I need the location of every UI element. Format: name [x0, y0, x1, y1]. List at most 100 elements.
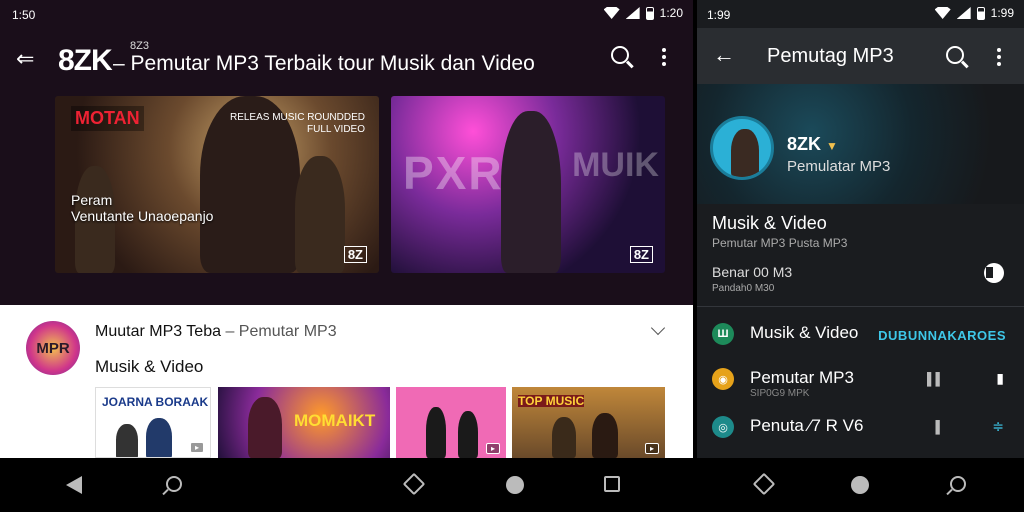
app-bar: ⇐ 8Z3 8ZK – Pemutar MP3 Terbaik tour Mus…: [0, 32, 693, 88]
status-icons: 1:20: [603, 6, 683, 20]
mini-title: MOMAIKT: [294, 411, 376, 430]
info-row-subtitle: Pandah0 M30: [712, 283, 775, 294]
person-figure: [592, 413, 618, 458]
thumb-tag-text: RELEAS MUSIC ROUNDDED FULL VIDEO: [229, 112, 365, 135]
app-title: Pemutag MP3: [767, 45, 894, 67]
search-button[interactable]: [946, 46, 964, 64]
home-circle-icon: [851, 476, 869, 494]
signal-icon: [625, 7, 640, 19]
channel-title: Muutar MP3 Teba – Pemutar MP3: [95, 323, 337, 341]
back-triangle-icon: [66, 476, 82, 494]
section-subtitle: Pemutar MP3 Pusta MP3: [712, 236, 848, 250]
home-nav-button[interactable]: [506, 476, 524, 494]
audio-toggle-icon[interactable]: [984, 263, 1004, 283]
profile-name-text: 8ZK: [787, 134, 822, 154]
search-nav-button[interactable]: [166, 476, 182, 492]
status-time: 1:99: [707, 8, 731, 22]
play-icon: ▸: [486, 443, 500, 454]
category-icon: Ш: [712, 323, 734, 345]
more-vert-icon: [661, 48, 667, 66]
video-thumbnail-2[interactable]: PXR MUIK 8Z: [391, 96, 665, 273]
video-thumbnail-1[interactable]: MOTAN RELEAS MUSIC ROUNDDED FULL VIDEO P…: [55, 96, 379, 273]
app-title: 8ZK: [58, 44, 113, 77]
list-item[interactable]: ◉ Pemutar MP3 SIP0G9 MPK ▌▌ ▮: [697, 360, 1024, 400]
navigation-bar: [0, 458, 1024, 512]
list-item-label: Penuta ⁄7 R V6: [750, 416, 864, 435]
channel-title-main: Muutar MP3 Teba: [95, 323, 221, 340]
thumb-brand-text: MOTAN: [71, 106, 144, 131]
performer-figure: [501, 111, 561, 273]
list-item[interactable]: Ш Musik & Video DUBUNNAKAROES: [697, 315, 1024, 355]
recents-nav-button[interactable]: [604, 476, 620, 492]
search-icon: [950, 476, 966, 492]
search-icon: [946, 46, 964, 64]
more-options-button[interactable]: [661, 48, 667, 66]
mini-title: JOARNA BORAAK: [102, 395, 209, 409]
profile-desc: Pemulatar MP3: [787, 158, 891, 175]
divider: [697, 306, 1024, 307]
watermark-logo: 8Z: [629, 246, 653, 263]
home-circle-icon: [506, 476, 524, 494]
channel-subtitle: Musik & Video: [95, 357, 204, 376]
app-small-label: 8Z3: [130, 40, 149, 52]
folder-icon[interactable]: ▮: [996, 370, 1004, 387]
profile-name: 8ZK ▼: [787, 134, 838, 155]
list-item-label: Pemutar MP3: [750, 368, 854, 387]
wifi-icon: [603, 7, 620, 19]
signal-icon: [956, 7, 971, 19]
profile-hero: 8ZK ▼ Pemulatar MP3: [697, 84, 1024, 204]
category-icon: ◉: [712, 368, 734, 390]
home-nav-button[interactable]: [851, 476, 869, 494]
mini-thumbnail-4[interactable]: TOP MUSIC ▸: [512, 387, 665, 458]
back-arrow-icon[interactable]: ←: [713, 42, 735, 68]
thumb-caption: Peram Venutante Unaoepanjo: [71, 192, 213, 224]
app-subtitle: – Pemutar MP3 Terbaik tour Musik dan Vid…: [113, 52, 535, 75]
status-time: 1:50: [12, 8, 36, 22]
pause-icon[interactable]: ▌: [935, 420, 944, 434]
person-figure: [552, 417, 576, 458]
rotate-icon: [402, 472, 426, 496]
search-icon: [611, 46, 629, 64]
status-clock: 1:99: [990, 6, 1014, 20]
mini-thumbnail-1[interactable]: JOARNA BORAAK ▸: [95, 387, 211, 458]
person-figure: [426, 407, 446, 458]
status-icons: 1:99: [934, 6, 1014, 20]
mini-thumbnail-2[interactable]: MOMAIKT: [218, 387, 390, 458]
person-figure: [116, 424, 138, 457]
mini-thumbnail-3[interactable]: ▸: [396, 387, 506, 458]
category-icon: ◎: [712, 416, 734, 438]
verified-icon: ▼: [826, 139, 838, 153]
list-item-label: Musik & Video: [750, 323, 859, 342]
battery-icon: [645, 6, 654, 20]
equalizer-icon[interactable]: ▌▌: [927, 372, 944, 386]
list-item[interactable]: ◎ Penuta ⁄7 R V6 ▌ ≑: [697, 408, 1024, 448]
status-bar: 1:50 1:20: [0, 0, 693, 28]
rotate-nav-button[interactable]: [752, 472, 776, 496]
search-button[interactable]: [611, 46, 629, 64]
person-figure: [248, 397, 282, 458]
avatar[interactable]: [710, 116, 774, 180]
mini-title: TOP MUSIC: [518, 394, 585, 408]
caption-line-1: Peram: [71, 192, 113, 208]
left-pane: 1:50 1:20 ⇐ 8Z3 8ZK – Pemutar MP3 Terbai…: [0, 0, 693, 458]
rotate-icon: [752, 472, 776, 496]
play-icon: ▸: [190, 442, 204, 453]
battery-icon: [976, 6, 985, 20]
stage-text-left: PXR: [403, 147, 504, 199]
chevron-down-icon[interactable]: [650, 320, 666, 336]
more-options-button[interactable]: [996, 48, 1002, 66]
back-arrow-icon[interactable]: ⇐: [16, 46, 34, 72]
person-figure: [731, 129, 759, 177]
channel-logo: MPR: [26, 321, 80, 375]
rotate-nav-button[interactable]: [402, 472, 426, 496]
status-clock: 1:20: [659, 6, 683, 20]
list-item-action[interactable]: DUBUNNAKAROES: [878, 328, 1006, 343]
channel-card[interactable]: MPR Muutar MP3 Teba – Pemutar MP3 Musik …: [0, 305, 693, 458]
wifi-icon: [934, 7, 951, 19]
caption-line-2: Venutante Unaoepanjo: [71, 208, 214, 224]
sliders-icon[interactable]: ≑: [992, 418, 1004, 435]
search-icon: [166, 476, 182, 492]
search-nav-button[interactable]: [950, 476, 966, 492]
back-nav-button[interactable]: [66, 476, 82, 494]
background-figure: [295, 156, 345, 273]
